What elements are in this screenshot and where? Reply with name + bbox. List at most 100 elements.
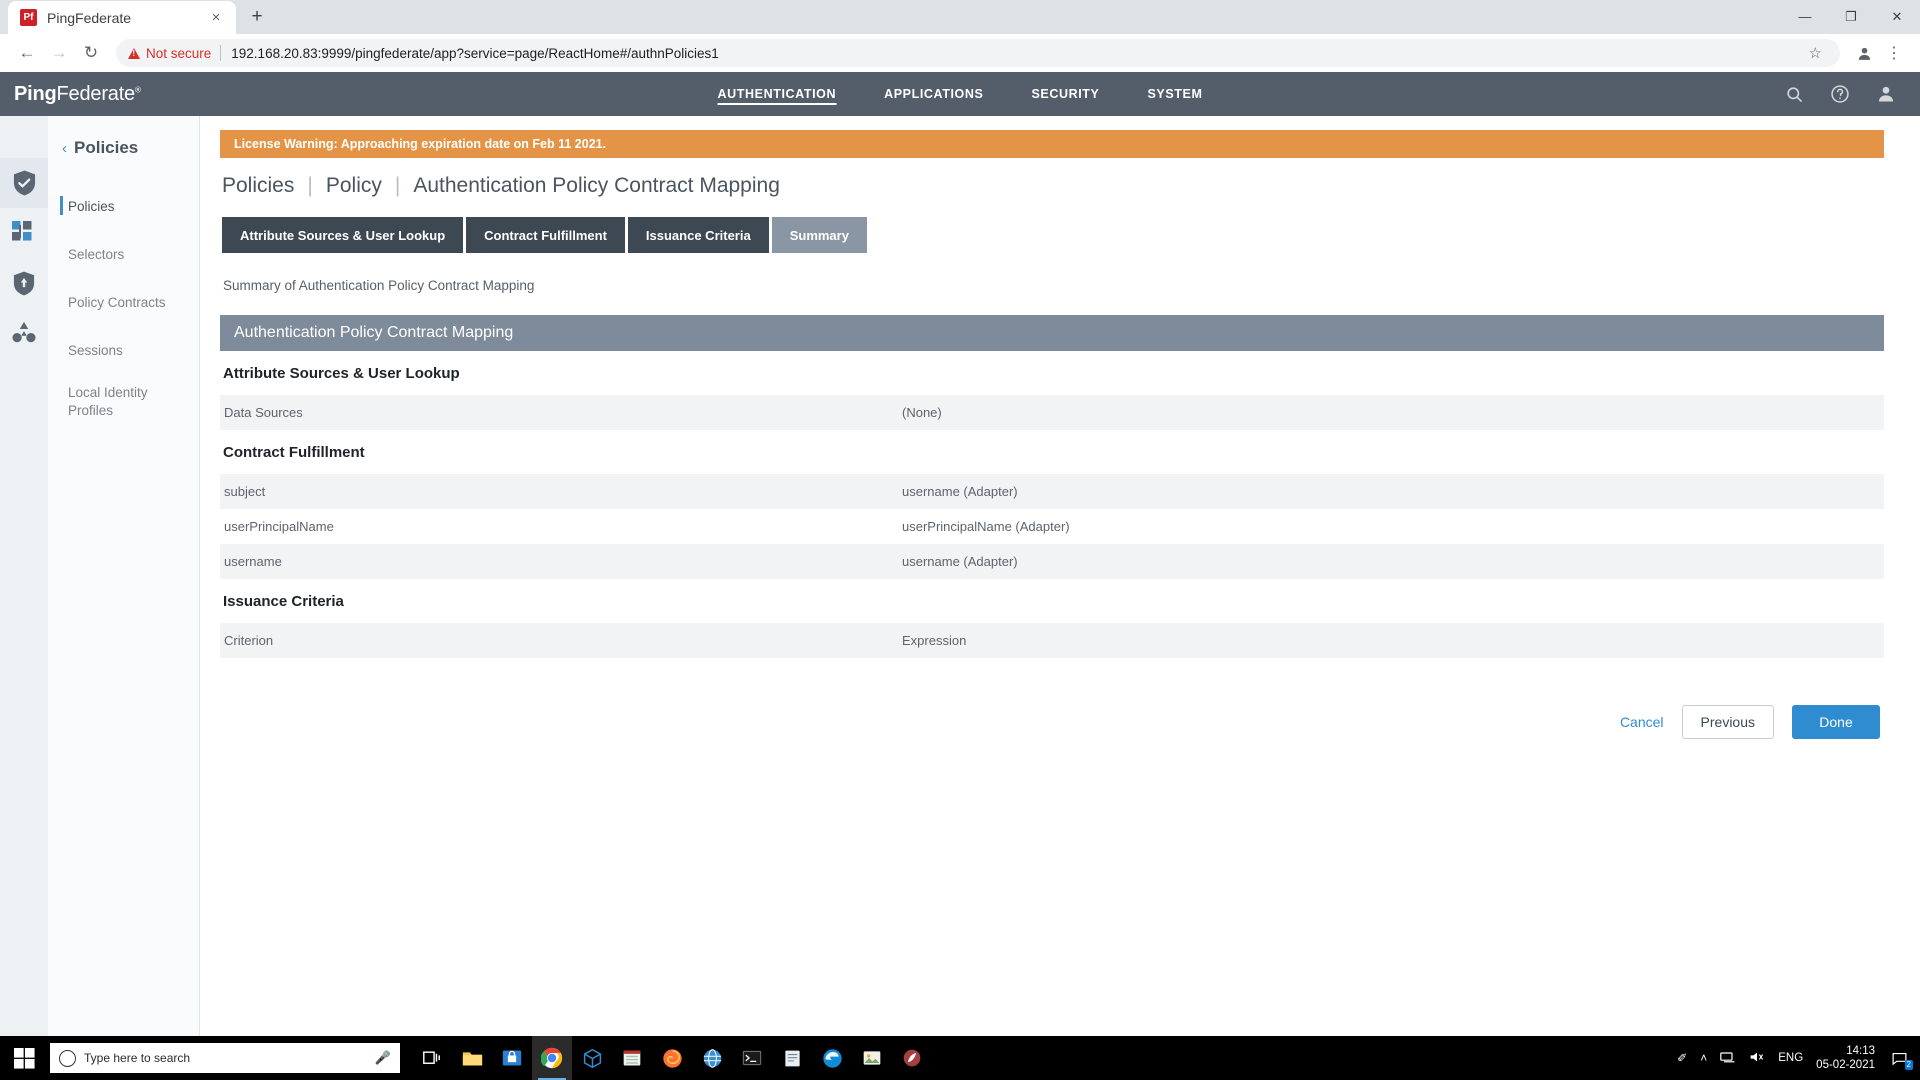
minimize-window-button[interactable]: — bbox=[1782, 0, 1828, 33]
taskbar-search-input[interactable]: Type here to search 🎤 bbox=[50, 1043, 400, 1073]
sidebar-item-sessions[interactable]: Sessions bbox=[48, 326, 199, 374]
row-key: Criterion bbox=[224, 633, 274, 648]
done-button[interactable]: Done bbox=[1792, 705, 1880, 739]
cortana-circle-icon bbox=[59, 1049, 76, 1067]
sidebar-item-selectors[interactable]: Selectors bbox=[48, 230, 199, 278]
maximize-window-button[interactable]: ❐ bbox=[1828, 0, 1874, 33]
breadcrumb-separator: | bbox=[394, 174, 401, 197]
breadcrumb-item-policies[interactable]: Policies bbox=[222, 174, 294, 198]
table-row: subject username (Adapter) bbox=[220, 474, 1884, 509]
row-key: userPrincipalName bbox=[224, 519, 334, 534]
browser-tabstrip: Pf PingFederate × + — ❐ ✕ bbox=[0, 0, 1920, 34]
previous-button[interactable]: Previous bbox=[1681, 705, 1774, 739]
forward-button[interactable]: → bbox=[44, 38, 74, 68]
ping-app-icon[interactable] bbox=[892, 1036, 932, 1080]
network-icon[interactable] bbox=[1720, 1050, 1736, 1067]
terminal-icon[interactable] bbox=[732, 1036, 772, 1080]
tab-issuance-criteria[interactable]: Issuance Criteria bbox=[627, 217, 769, 253]
table-row: Data Sources (None) bbox=[220, 395, 1884, 430]
row-key: username bbox=[224, 554, 282, 569]
table-row: Criterion Expression bbox=[220, 623, 1884, 658]
sidebar-item-label: Policy Contracts bbox=[68, 294, 166, 310]
notepad-icon[interactable] bbox=[772, 1036, 812, 1080]
wizard-tabs: Attribute Sources & User Lookup Contract… bbox=[220, 217, 1884, 253]
edge-icon[interactable] bbox=[812, 1036, 852, 1080]
nav-item-authentication[interactable]: AUTHENTICATION bbox=[694, 72, 861, 116]
breadcrumb-item-policy[interactable]: Policy bbox=[326, 174, 382, 198]
browser-tab-title: PingFederate bbox=[47, 9, 132, 26]
microphone-icon[interactable]: 🎤 bbox=[375, 1050, 391, 1066]
notifications-icon[interactable]: 2 bbox=[1888, 1047, 1913, 1070]
store-icon[interactable] bbox=[492, 1036, 532, 1080]
close-tab-icon[interactable]: × bbox=[206, 8, 226, 28]
address-bar[interactable]: Not secure 192.168.20.83:9999/pingfedera… bbox=[116, 39, 1840, 67]
search-icon[interactable] bbox=[1785, 85, 1804, 104]
sidebar-items: Policies Selectors Policy Contracts Sess… bbox=[48, 182, 199, 430]
license-warning-banner: License Warning: Approaching expiration … bbox=[220, 130, 1884, 158]
sidebar-item-policies[interactable]: Policies bbox=[48, 182, 199, 230]
bookmark-star-icon[interactable]: ☆ bbox=[1803, 44, 1828, 62]
nav-item-system[interactable]: SYSTEM bbox=[1123, 72, 1226, 116]
side-nav: ‹ Policies Policies Selectors Policy Con… bbox=[48, 116, 200, 1080]
taskbar-apps bbox=[412, 1036, 932, 1080]
sidebar-back-link[interactable]: ‹ Policies bbox=[48, 134, 199, 162]
pen-icon[interactable]: ✐ bbox=[1677, 1051, 1687, 1065]
tab-summary[interactable]: Summary bbox=[771, 217, 867, 253]
reload-button[interactable]: ↻ bbox=[76, 38, 106, 68]
nav-item-applications[interactable]: APPLICATIONS bbox=[860, 72, 1007, 116]
rail-icon-policies[interactable] bbox=[0, 158, 48, 208]
pingfederate-header: PingFederate® AUTHENTICATION APPLICATION… bbox=[0, 72, 1920, 116]
main-nav: AUTHENTICATION APPLICATIONS SECURITY SYS… bbox=[694, 72, 1227, 116]
group-title: Contract Fulfillment bbox=[223, 444, 365, 461]
sidebar-item-label: Policies bbox=[68, 198, 115, 214]
volume-icon[interactable] bbox=[1749, 1050, 1765, 1067]
rail-icon-selectors[interactable] bbox=[0, 208, 48, 258]
cancel-button[interactable]: Cancel bbox=[1620, 714, 1664, 730]
security-status[interactable]: Not secure bbox=[128, 46, 220, 61]
rail-icon-sessions[interactable] bbox=[0, 308, 48, 358]
firefox-icon[interactable] bbox=[652, 1036, 692, 1080]
blue-cube-icon[interactable] bbox=[572, 1036, 612, 1080]
logo-ping: Ping bbox=[14, 82, 57, 105]
chevron-left-icon: ‹ bbox=[62, 139, 67, 157]
sidebar-back-label: Policies bbox=[74, 138, 139, 157]
sidebar-item-policy-contracts[interactable]: Policy Contracts bbox=[48, 278, 199, 326]
chrome-icon[interactable] bbox=[532, 1036, 572, 1080]
row-value: username (Adapter) bbox=[902, 484, 1018, 499]
icon-rail bbox=[0, 116, 48, 1080]
new-tab-button[interactable]: + bbox=[242, 2, 272, 32]
pingfederate-logo[interactable]: PingFederate® bbox=[0, 83, 141, 106]
close-window-button[interactable]: ✕ bbox=[1874, 0, 1920, 33]
breadcrumb-separator: | bbox=[307, 174, 313, 197]
help-icon[interactable] bbox=[1830, 84, 1850, 104]
rail-icon-policy-contracts[interactable] bbox=[0, 258, 48, 308]
chevron-up-icon[interactable]: ˄ bbox=[1700, 1051, 1707, 1065]
form-actions: Cancel Previous Done bbox=[220, 705, 1884, 739]
excel-icon[interactable] bbox=[612, 1036, 652, 1080]
clock[interactable]: 14:13 05-02-2021 bbox=[1816, 1044, 1875, 1072]
back-button[interactable]: ← bbox=[12, 38, 42, 68]
sidebar-item-local-identity-profiles[interactable]: Local Identity Profiles bbox=[48, 374, 199, 430]
app-body: ‹ Policies Policies Selectors Policy Con… bbox=[0, 116, 1920, 1080]
group-title: Attribute Sources & User Lookup bbox=[223, 365, 460, 382]
image-app-icon[interactable] bbox=[852, 1036, 892, 1080]
user-account-icon[interactable] bbox=[1876, 84, 1896, 104]
browser-menu-icon[interactable]: ⋮ bbox=[1880, 39, 1908, 67]
language-indicator[interactable]: ENG bbox=[1778, 1052, 1803, 1064]
profile-avatar-icon[interactable] bbox=[1850, 39, 1878, 67]
clock-date: 05-02-2021 bbox=[1816, 1059, 1875, 1071]
globe-icon[interactable] bbox=[692, 1036, 732, 1080]
row-key: Data Sources bbox=[224, 405, 303, 420]
start-button[interactable] bbox=[0, 1036, 48, 1080]
section-description: Summary of Authentication Policy Contrac… bbox=[223, 278, 535, 293]
main-content: License Warning: Approaching expiration … bbox=[200, 116, 1920, 1080]
browser-chrome: Pf PingFederate × + — ❐ ✕ ← → ↻ Not secu… bbox=[0, 0, 1920, 72]
file-explorer-icon[interactable] bbox=[452, 1036, 492, 1080]
notification-count-badge: 2 bbox=[1904, 1060, 1913, 1070]
header-actions bbox=[1785, 84, 1920, 104]
tab-contract-fulfillment[interactable]: Contract Fulfillment bbox=[466, 217, 625, 253]
nav-item-security[interactable]: SECURITY bbox=[1007, 72, 1123, 116]
browser-tab[interactable]: Pf PingFederate × bbox=[8, 1, 236, 34]
tab-attribute-sources-user-lookup[interactable]: Attribute Sources & User Lookup bbox=[222, 217, 464, 253]
task-view-icon[interactable] bbox=[412, 1036, 452, 1080]
